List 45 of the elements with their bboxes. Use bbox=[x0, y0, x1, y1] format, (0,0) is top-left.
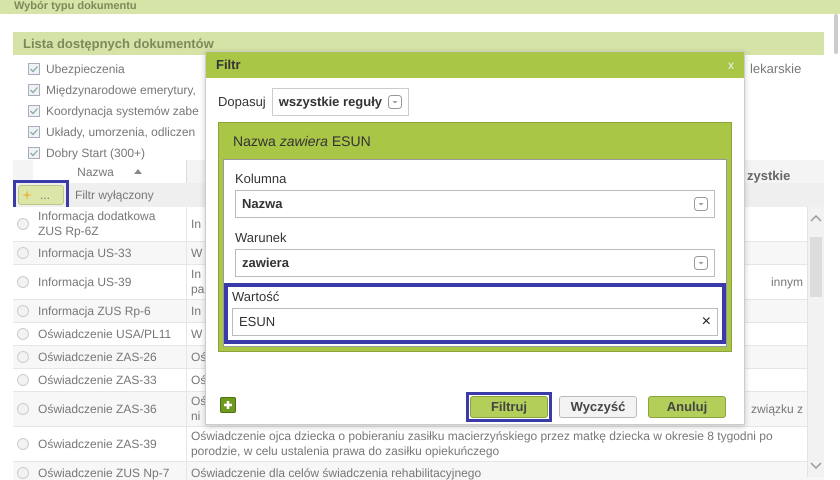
table-cell: Oświadczenie dla celów świadczenia rehabilitacyjnego bbox=[191, 466, 482, 480]
field-label: Warunek bbox=[235, 230, 288, 246]
dialog-button[interactable]: Wyczyść bbox=[559, 396, 637, 418]
match-select[interactable]: wszystkie reguły bbox=[272, 88, 410, 116]
checkbox-label: Koordynacja systemów zabe bbox=[46, 102, 199, 120]
input-field[interactable]: ESUN × bbox=[232, 308, 718, 336]
table-cell: Oświadczenie ZUS Np-7 bbox=[38, 466, 170, 480]
filter-status: Filtr wyłączony bbox=[75, 187, 154, 204]
table-cell: Informacja US-39 bbox=[38, 274, 132, 290]
table-cell: Oświadczenie ZAS-36 bbox=[38, 402, 157, 416]
table-cell-text: Informacja dodatkowa ZUS Rp-6Z bbox=[38, 209, 156, 239]
checkbox-label: Dobry Start (300+) bbox=[46, 144, 146, 162]
column-header[interactable]: Nazwa bbox=[33, 160, 187, 183]
table-cell-text: In bbox=[191, 216, 202, 232]
section-title: Lista dostępnych dokumentów bbox=[23, 34, 214, 53]
checkbox-label: Międzynarodowe emerytury, bbox=[46, 82, 196, 98]
table-cell-text: Oświadczenie ojca dziecka o pobieraniu zasiłku macierzyńskiego przez matkę dziecka w okresie 8 tygodni po porodzie, w celu ustalenia prawa do zasiłku opiekuńczego bbox=[191, 429, 774, 459]
select-value: wszystkie reguły bbox=[278, 93, 382, 112]
table-cell: Oświadczenie ZAS-39 bbox=[38, 436, 157, 452]
field-label: Wartość bbox=[232, 289, 280, 305]
select-field[interactable]: zawiera bbox=[235, 249, 715, 277]
clear-button[interactable]: × bbox=[702, 314, 711, 330]
dialog-button[interactable]: Filtruj bbox=[470, 396, 548, 418]
dialog-title: Filtr bbox=[216, 56, 241, 74]
table-cell: Oświadczenie USA/PL11 bbox=[38, 326, 172, 342]
table-cell-text: In bbox=[191, 304, 202, 318]
select-field[interactable]: Nazwa bbox=[235, 190, 715, 218]
page-title: Wybór typu dokumentu bbox=[14, 0, 137, 13]
table-cell: Oświadczenie ZAS-26 bbox=[38, 350, 157, 364]
dialog-button[interactable]: Anuluj bbox=[648, 396, 726, 418]
table-cell: Informacja ZUS Rp-6 bbox=[38, 304, 151, 318]
field-label: Kolumna bbox=[235, 171, 288, 187]
checkbox-label: lekarskie bbox=[750, 60, 802, 78]
checkbox-label: Układy, umorzenia, odliczen bbox=[46, 124, 196, 140]
table-cell: związku z bbox=[750, 402, 804, 416]
table-cell: In pa bbox=[191, 267, 203, 297]
match-label: Dopasuj bbox=[218, 93, 266, 112]
checkbox-label: Ubezpieczenia bbox=[46, 60, 125, 78]
table-cell: Informacja US-33 bbox=[38, 246, 132, 260]
table-cell: innym bbox=[770, 274, 804, 290]
radio-label: zystkie bbox=[747, 167, 790, 185]
table-cell: W bbox=[191, 326, 203, 342]
table-cell: Oświadczenie ZAS-33 bbox=[38, 372, 157, 388]
rule-title: Nazwa zawiera ESUN bbox=[233, 132, 371, 150]
table-cell: W bbox=[191, 246, 203, 260]
